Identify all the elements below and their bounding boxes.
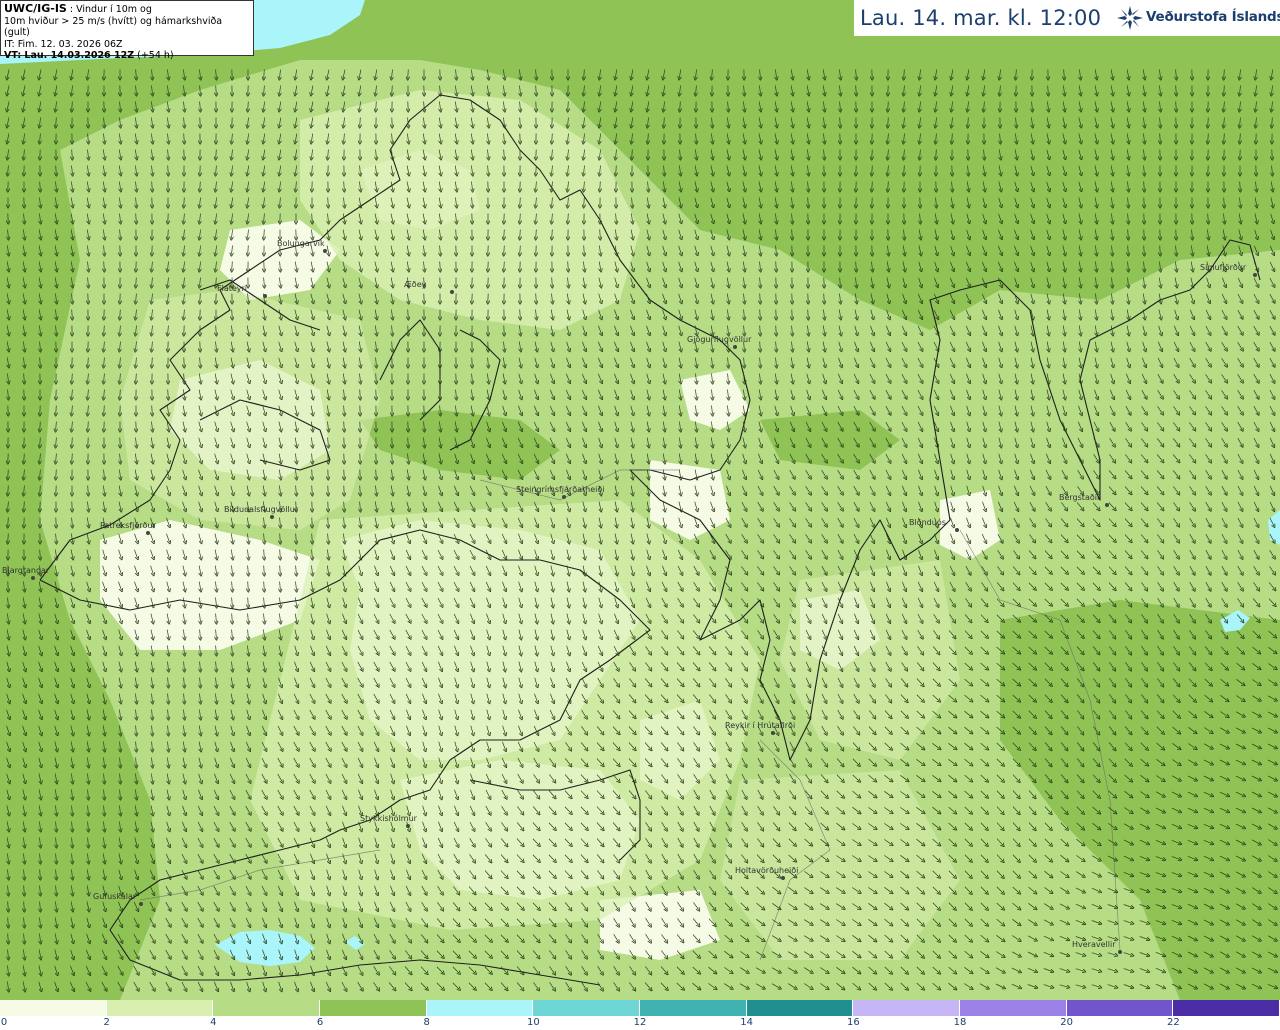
place-label[interactable]: Gjögurflugvöllur [687,335,751,344]
place-marker [31,576,35,580]
legend-swatch [106,1000,214,1016]
place-label[interactable]: Æðey [404,280,426,289]
forecast-info-box: UWC/IG-IS : Vindur í 10m og 10m hviður >… [0,0,254,61]
place-marker [146,531,150,535]
legend-label: 12 [633,1017,647,1028]
legend-swatch [320,1000,427,1016]
initial-time: IT: Fim. 12. 03. 2026 06Z [4,38,123,50]
place-label[interactable]: Reykir í Hrútafirði [725,721,795,730]
legend-swatch [426,1000,534,1016]
place-label[interactable]: Blönduós [909,518,946,527]
brand-name: Veðurstofa Íslands [1146,9,1280,25]
place-label[interactable]: Hveravellir [1072,940,1115,949]
place-marker [1253,273,1257,277]
legend-swatch [1066,1000,1174,1016]
legend-swatch [853,1000,960,1016]
place-label[interactable]: Steingrímsfjarðarheiði [516,485,605,494]
legend-label: 0 [0,1017,8,1028]
legend-swatch [213,1000,320,1016]
place-label[interactable]: Gufuskálar [93,892,136,901]
legend-label: 18 [953,1017,967,1028]
place-marker [263,294,267,298]
place-marker [955,528,959,532]
place-marker [1118,950,1122,954]
place-label[interactable]: Holtavörðuheiði [735,866,798,875]
place-label[interactable]: Stykkishólmur [360,814,417,823]
legend-label: 2 [103,1017,110,1028]
legend-label: 6 [316,1017,324,1028]
vedurstofa-logo-icon [1117,6,1143,30]
legend-label: 8 [423,1017,430,1028]
place-marker [270,515,274,519]
legend-label: 4 [210,1017,217,1028]
legend-swatch [0,1000,107,1016]
place-label[interactable]: Patreksfjörður [100,521,156,530]
model-name: UWC/IG-IS [4,2,67,15]
place-label[interactable]: Flateyri [217,284,247,293]
place-label[interactable]: Bíldudalsflugvöllur [224,505,298,514]
info-line1: : Vindur í 10m og [69,4,152,15]
valid-time-title: Lau. 14. mar. kl. 12:00 [860,6,1102,30]
forecast-offset: (+54 h) [137,50,174,61]
legend-swatch [746,1000,854,1016]
legend-label: 14 [740,1017,754,1028]
place-marker [139,902,143,906]
place-label[interactable]: Bolungarvík [277,239,325,248]
legend-label: 22 [1166,1017,1180,1028]
place-marker [781,876,785,880]
place-label[interactable]: Bjargtangar [2,566,49,575]
title-box: Lau. 14. mar. kl. 12:00 Veðurstofa Íslan… [854,0,1280,36]
legend-swatch [533,1000,640,1016]
place-label[interactable]: Bergstaðir [1059,493,1100,502]
place-marker [450,290,454,294]
legend-swatch [640,1000,747,1016]
place-marker [771,731,775,735]
place-marker [1105,503,1109,507]
place-label[interactable]: Siglufjörður [1200,263,1246,272]
info-line2: 10m hviður > 25 m/s (hvítt) og hámarkshv… [4,15,223,39]
place-marker [323,249,327,253]
legend-label: 16 [846,1017,860,1028]
wind-speed-legend: 0 2 4 6 8 10 12 14 16 18 20 22 [0,1000,1280,1030]
legend-label: 10 [526,1017,540,1028]
place-marker [733,345,737,349]
valid-time-code: VT: Lau. 14.03.2026 12Z [4,50,135,61]
legend-swatch [960,1000,1067,1016]
place-marker [562,495,566,499]
legend-swatch [1173,1000,1280,1016]
legend-label: 20 [1060,1017,1074,1028]
place-marker [406,824,410,828]
